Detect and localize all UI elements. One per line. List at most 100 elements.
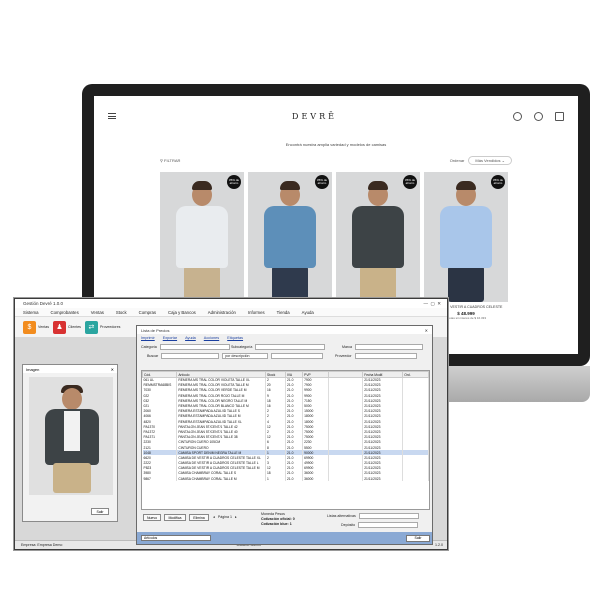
table-row[interactable]: 9867 CAMISA CHAMBRAY CORAL TALLE M 1 21.0 36… xyxy=(142,476,429,482)
toolbar-label: Ventas xyxy=(38,325,49,329)
model-hair xyxy=(456,181,476,190)
user-icon[interactable] xyxy=(534,111,543,121)
buscar-input[interactable] xyxy=(161,353,220,359)
menu-item[interactable]: Administración xyxy=(208,310,236,315)
model-hair xyxy=(280,181,300,190)
subcategoria-select[interactable] xyxy=(255,344,326,350)
filter-button[interactable]: ⚲ FILTRAR xyxy=(160,158,180,163)
table-cell: CAMISA DE VESTIR A CUADROS CELESTE TALLE… xyxy=(176,455,266,461)
table-cell: 21.0 xyxy=(285,476,304,482)
categoria-select[interactable] xyxy=(159,344,230,350)
model-hair xyxy=(368,181,388,190)
buscar-mode: por descripción xyxy=(225,354,250,358)
cotizacion-blue: Cotización blue: 1 xyxy=(261,522,292,526)
product-image[interactable]: 35% de ahorro xyxy=(424,172,508,302)
price-tab[interactable]: Ayuda xyxy=(185,336,196,340)
order-label: Ordenar xyxy=(449,158,465,163)
price-list-dialog: Lista de Precios ✕ Imprimir Exportar Ayuda… xyxy=(136,325,433,545)
image-dialog-titlebar: Imagen ✕ xyxy=(23,365,117,373)
table-cell xyxy=(402,476,429,482)
toolbar-icon: $ xyxy=(23,320,36,334)
discount-badge: 35% de ahorro xyxy=(491,175,505,189)
product-image[interactable]: 35% de ahorro xyxy=(160,172,244,302)
photo-pants xyxy=(53,463,91,493)
close-icon[interactable]: ✕ xyxy=(425,328,428,333)
table-cell: 9867 xyxy=(142,476,178,482)
price-dialog-tabs: Imprimir Exportar Ayuda Acciones Etiquetas xyxy=(137,334,432,341)
categoria-row: Categoría xyxy=(141,344,230,350)
toolbar-button[interactable]: ♟ Clientes xyxy=(53,320,81,334)
marca-row: Marca xyxy=(342,344,423,350)
menu-item[interactable]: Ventas xyxy=(91,310,104,315)
menu-item[interactable]: Informes xyxy=(248,310,265,315)
menu-item[interactable]: Compras xyxy=(139,310,156,315)
product-photo xyxy=(29,377,113,495)
cart-icon[interactable] xyxy=(555,111,564,121)
nuevo-button[interactable]: Nuevo xyxy=(143,514,161,521)
toolbar-button[interactable]: ⇄ Proveedores xyxy=(84,320,121,334)
product-image[interactable]: 35% de ahorro xyxy=(336,172,420,302)
toolbar-button[interactable]: $ Ventas xyxy=(23,320,49,334)
price-dialog-footer: Artículos Salir xyxy=(137,532,432,544)
model-pants xyxy=(360,266,396,302)
window-titlebar: Gestión Devré 1.0.0 — ▢ ✕ xyxy=(15,299,447,308)
menu-item[interactable]: Stock xyxy=(116,310,127,315)
photo-tshirt xyxy=(64,411,80,451)
footer-select[interactable]: Artículos xyxy=(141,535,211,541)
prev-page-icon[interactable]: ◂ xyxy=(213,515,215,519)
close-icon[interactable]: ✕ xyxy=(111,367,114,372)
discount-badge: 35% de ahorro xyxy=(315,175,329,189)
menu-item[interactable]: Comprobantes xyxy=(51,310,79,315)
deposito-select[interactable] xyxy=(358,522,419,528)
next-page-icon[interactable]: ▸ xyxy=(235,515,237,519)
modifica-button[interactable]: Modifica xyxy=(164,514,186,521)
toolbar-label: Proveedores xyxy=(99,325,121,329)
search-icon[interactable] xyxy=(513,111,522,121)
price-tab[interactable]: Acciones xyxy=(204,336,219,340)
table-cell: 36000 xyxy=(302,476,329,482)
model-pants xyxy=(272,266,308,302)
table-cell: CAMISA DE VESTIR A CUADROS CELESTE TALLE… xyxy=(176,460,266,466)
listas-select[interactable] xyxy=(358,513,419,519)
buscar-mode-select[interactable]: por descripción xyxy=(222,353,269,359)
cotizacion-oficial: Cotización oficial: 0 xyxy=(261,517,295,521)
model-shirt xyxy=(264,206,316,268)
price-tab[interactable]: Etiquetas xyxy=(227,336,243,340)
proveedor-select[interactable] xyxy=(354,353,417,359)
product-image[interactable]: 35% de ahorro xyxy=(248,172,332,302)
moneda-label: Moneda Pesos xyxy=(261,512,285,516)
salir-button[interactable]: Salir xyxy=(406,534,430,542)
model-shirt xyxy=(440,206,492,268)
menu-item[interactable]: Caja y Bancos xyxy=(168,310,196,315)
categoria-label: Categoría xyxy=(141,345,157,349)
model-pants xyxy=(184,266,220,302)
status-version: 1.2.0 xyxy=(435,543,443,547)
price-tab[interactable]: Imprimir xyxy=(141,336,155,340)
price-dialog-title: Lista de Precios xyxy=(141,327,170,333)
order-select[interactable]: Más Vendidos ⌄ xyxy=(468,156,512,165)
status-company: Empresa: Empresa Demo xyxy=(21,543,63,547)
price-tab[interactable]: Exportar xyxy=(163,336,177,340)
site-subtitle: Encontrá nuestra amplia variedad y model… xyxy=(285,142,387,147)
marca-select[interactable] xyxy=(355,344,423,350)
menu-item[interactable]: Ayuda xyxy=(302,310,314,315)
menu-item[interactable]: Sistema xyxy=(23,310,39,315)
window-title: Gestión Devré 1.0.0 xyxy=(23,301,64,306)
menu-icon[interactable] xyxy=(108,113,116,119)
site-logo[interactable]: DEVRĒ xyxy=(292,112,337,121)
discount-badge: 35% de ahorro xyxy=(227,175,241,189)
table-cell: 1 xyxy=(265,476,286,482)
proveedor-row: Proveedor xyxy=(335,353,417,359)
table-cell: CAMISA CHAMBRAY CORAL TALLE M xyxy=(176,476,266,482)
deposito-row: Depósito xyxy=(341,522,419,528)
window-controls[interactable]: — ▢ ✕ xyxy=(423,301,441,307)
model-shirt xyxy=(176,206,228,268)
articles-table[interactable]: Cód. Artículo Stock IVA PVP Fecha Modif. Ord. … xyxy=(141,370,430,510)
order-value: Más Vendidos xyxy=(475,158,501,163)
model-hair xyxy=(192,181,212,190)
menu-item[interactable]: Tienda xyxy=(277,310,290,315)
marca-label: Marca xyxy=(342,345,352,349)
elimina-button[interactable]: Elimina xyxy=(189,514,209,521)
buscar-extra-select[interactable] xyxy=(271,353,324,359)
image-dialog-ok-button[interactable]: Salir xyxy=(91,508,109,515)
